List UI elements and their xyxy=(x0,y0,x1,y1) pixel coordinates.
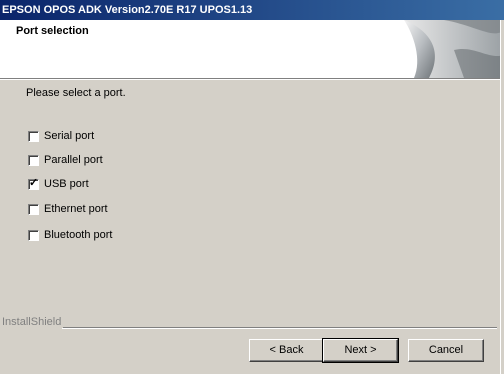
parallel-port-checkbox[interactable] xyxy=(28,154,39,166)
window-title: EPSON OPOS ADK Version2.70E R17 UPOS1.13 xyxy=(2,4,253,16)
parallel-port-option[interactable]: Parallel port xyxy=(28,153,103,167)
bluetooth-port-checkbox[interactable] xyxy=(28,229,39,241)
check-mark-icon: ✓ xyxy=(29,176,39,189)
bluetooth-port-option[interactable]: Bluetooth port xyxy=(28,228,113,242)
cancel-button[interactable]: Cancel xyxy=(408,339,484,362)
next-button[interactable]: Next > xyxy=(322,338,399,363)
instruction-text: Please select a port. xyxy=(26,87,126,99)
ethernet-port-option[interactable]: Ethernet port xyxy=(28,202,108,216)
serial-port-label: Serial port xyxy=(44,130,95,142)
serial-port-checkbox[interactable] xyxy=(28,130,39,142)
page-curl-art-icon xyxy=(404,20,504,78)
usb-port-label: USB port xyxy=(44,178,89,190)
back-button[interactable]: < Back xyxy=(249,339,324,362)
parallel-port-label: Parallel port xyxy=(44,154,103,166)
installshield-divider xyxy=(0,322,497,329)
ethernet-port-label: Ethernet port xyxy=(44,203,108,215)
window-title-bar: EPSON OPOS ADK Version2.70E R17 UPOS1.13 xyxy=(0,0,504,20)
serial-port-option[interactable]: Serial port xyxy=(28,129,94,143)
window-right-edge xyxy=(500,20,504,374)
installshield-brand: InstallShield xyxy=(2,316,64,328)
bluetooth-port-label: Bluetooth port xyxy=(44,229,113,241)
page-title: Port selection xyxy=(16,25,89,37)
wizard-header: Port selection xyxy=(0,20,504,78)
header-separator xyxy=(0,78,504,80)
ethernet-port-checkbox[interactable] xyxy=(28,203,39,215)
usb-port-option[interactable]: ✓ USB port xyxy=(28,177,89,191)
usb-port-checkbox[interactable]: ✓ xyxy=(28,176,39,190)
